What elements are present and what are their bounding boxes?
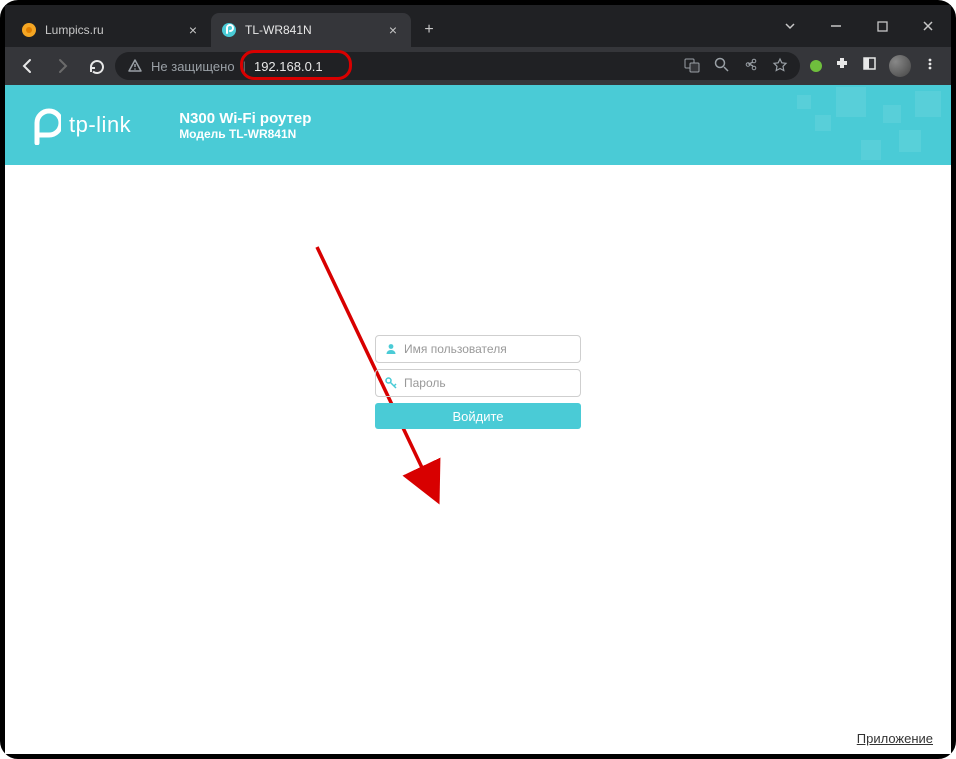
forward-button[interactable] [47, 51, 77, 81]
omnibox-actions [684, 57, 788, 76]
tab-title: Lumpics.ru [45, 23, 177, 37]
product-title: N300 Wi-Fi роутер [179, 110, 311, 127]
tplink-logo-icon [27, 105, 61, 145]
maximize-button[interactable] [859, 5, 905, 47]
login-button[interactable]: Войдите [375, 403, 581, 429]
chevron-down-icon[interactable] [767, 5, 813, 47]
bookmark-icon[interactable] [772, 57, 788, 76]
new-tab-button[interactable]: + [415, 16, 443, 44]
close-window-button[interactable] [905, 5, 951, 47]
brand-logo: tp-link [5, 105, 131, 145]
extensions-icon[interactable] [834, 56, 850, 77]
tab-tlwr841n[interactable]: TL-WR841N × [211, 13, 411, 47]
back-button[interactable] [13, 51, 43, 81]
address-bar[interactable]: Не защищено | 192.168.0.1 [115, 52, 800, 80]
user-icon [384, 342, 398, 356]
not-secure-icon [127, 58, 143, 74]
security-label: Не защищено [151, 59, 235, 74]
favicon-tplink [221, 22, 237, 38]
page-body: Войдите Приложение [5, 165, 951, 754]
browser-toolbar: Не защищено | 192.168.0.1 [5, 47, 951, 85]
tab-title: TL-WR841N [245, 23, 377, 37]
translate-icon[interactable] [684, 57, 700, 76]
router-header: tp-link N300 Wi-Fi роутер Модель TL-WR84… [5, 85, 951, 165]
share-icon[interactable] [743, 57, 758, 75]
window-controls [767, 5, 951, 47]
toolbar-extensions [804, 55, 943, 77]
close-icon[interactable]: × [385, 22, 401, 38]
app-link[interactable]: Приложение [857, 731, 933, 746]
password-input[interactable] [404, 376, 572, 390]
header-decoration [771, 85, 951, 165]
zoom-icon[interactable] [714, 57, 729, 75]
minimize-button[interactable] [813, 5, 859, 47]
password-field[interactable] [375, 369, 581, 397]
tab-lumpics[interactable]: Lumpics.ru × [11, 13, 211, 47]
extension-status-icon[interactable] [810, 60, 822, 72]
profile-avatar[interactable] [889, 55, 911, 77]
product-model: Модель TL-WR841N [179, 127, 311, 141]
login-form: Войдите [375, 335, 581, 429]
favicon-lumpics [21, 22, 37, 38]
tab-strip: Lumpics.ru × TL-WR841N × + [5, 5, 447, 47]
product-info: N300 Wi-Fi роутер Модель TL-WR841N [179, 110, 311, 141]
reload-button[interactable] [81, 51, 111, 81]
key-icon [384, 376, 398, 390]
url-text: 192.168.0.1 [254, 59, 323, 74]
username-input[interactable] [404, 342, 572, 356]
close-icon[interactable]: × [185, 22, 201, 38]
menu-icon[interactable] [923, 57, 937, 76]
username-field[interactable] [375, 335, 581, 363]
title-bar: Lumpics.ru × TL-WR841N × + [5, 5, 951, 47]
brand-name: tp-link [69, 112, 131, 138]
reading-list-icon[interactable] [862, 56, 877, 76]
